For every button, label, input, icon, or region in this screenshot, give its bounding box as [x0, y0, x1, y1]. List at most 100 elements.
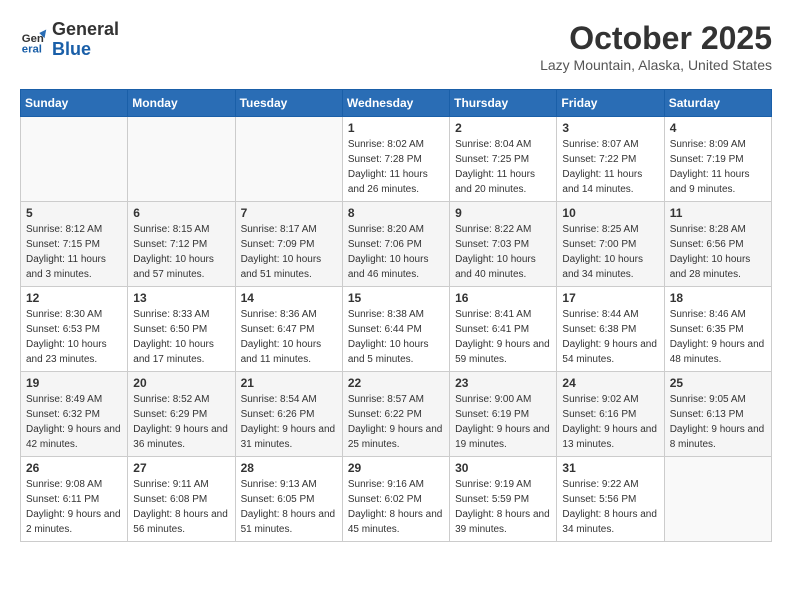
sunset-text: Sunset: 6:11 PM — [26, 494, 99, 505]
sunset-text: Sunset: 7:15 PM — [26, 239, 100, 250]
sunset-text: Sunset: 6:56 PM — [670, 239, 744, 250]
day-number: 8 — [348, 206, 444, 220]
day-number: 20 — [133, 376, 229, 390]
sunset-text: Sunset: 6:19 PM — [455, 409, 529, 420]
daylight-text: Daylight: 11 hours and 20 minutes. — [455, 169, 535, 195]
calendar-cell: 11 Sunrise: 8:28 AM Sunset: 6:56 PM Dayl… — [664, 202, 771, 287]
calendar-cell: 14 Sunrise: 8:36 AM Sunset: 6:47 PM Dayl… — [235, 287, 342, 372]
daylight-text: Daylight: 9 hours and 31 minutes. — [241, 424, 336, 450]
day-info: Sunrise: 8:20 AM Sunset: 7:06 PM Dayligh… — [348, 222, 444, 282]
sunset-text: Sunset: 6:16 PM — [562, 409, 636, 420]
daylight-text: Daylight: 11 hours and 9 minutes. — [670, 169, 750, 195]
sunrise-text: Sunrise: 9:19 AM — [455, 479, 531, 490]
logo: Gen eral General Blue — [20, 20, 119, 60]
sunrise-text: Sunrise: 8:33 AM — [133, 309, 209, 320]
day-info: Sunrise: 8:12 AM Sunset: 7:15 PM Dayligh… — [26, 222, 122, 282]
weekday-header: Thursday — [450, 90, 557, 117]
sunset-text: Sunset: 6:47 PM — [241, 324, 315, 335]
day-number: 24 — [562, 376, 658, 390]
day-number: 19 — [26, 376, 122, 390]
daylight-text: Daylight: 11 hours and 3 minutes. — [26, 254, 106, 280]
logo-line1: General — [52, 20, 119, 40]
sunrise-text: Sunrise: 8:15 AM — [133, 224, 209, 235]
calendar-cell: 15 Sunrise: 8:38 AM Sunset: 6:44 PM Dayl… — [342, 287, 449, 372]
daylight-text: Daylight: 9 hours and 8 minutes. — [670, 424, 765, 450]
day-number: 5 — [26, 206, 122, 220]
day-info: Sunrise: 9:22 AM Sunset: 5:56 PM Dayligh… — [562, 477, 658, 537]
calendar-cell: 20 Sunrise: 8:52 AM Sunset: 6:29 PM Dayl… — [128, 372, 235, 457]
calendar-cell: 2 Sunrise: 8:04 AM Sunset: 7:25 PM Dayli… — [450, 117, 557, 202]
sunrise-text: Sunrise: 8:46 AM — [670, 309, 746, 320]
sunrise-text: Sunrise: 8:57 AM — [348, 394, 424, 405]
day-number: 2 — [455, 121, 551, 135]
day-number: 13 — [133, 291, 229, 305]
sunrise-text: Sunrise: 8:22 AM — [455, 224, 531, 235]
sunrise-text: Sunrise: 9:08 AM — [26, 479, 102, 490]
calendar-cell: 28 Sunrise: 9:13 AM Sunset: 6:05 PM Dayl… — [235, 457, 342, 542]
sunset-text: Sunset: 7:19 PM — [670, 154, 744, 165]
month-title: October 2025 — [540, 20, 772, 57]
sunrise-text: Sunrise: 9:02 AM — [562, 394, 638, 405]
day-number: 12 — [26, 291, 122, 305]
calendar-cell: 4 Sunrise: 8:09 AM Sunset: 7:19 PM Dayli… — [664, 117, 771, 202]
calendar-week-row: 5 Sunrise: 8:12 AM Sunset: 7:15 PM Dayli… — [21, 202, 772, 287]
logo-text: General Blue — [52, 20, 119, 60]
day-info: Sunrise: 8:07 AM Sunset: 7:22 PM Dayligh… — [562, 137, 658, 197]
sunrise-text: Sunrise: 8:25 AM — [562, 224, 638, 235]
daylight-text: Daylight: 10 hours and 23 minutes. — [26, 339, 107, 365]
weekday-header: Sunday — [21, 90, 128, 117]
daylight-text: Daylight: 8 hours and 56 minutes. — [133, 509, 228, 535]
day-info: Sunrise: 8:33 AM Sunset: 6:50 PM Dayligh… — [133, 307, 229, 367]
sunset-text: Sunset: 6:38 PM — [562, 324, 636, 335]
sunset-text: Sunset: 7:28 PM — [348, 154, 422, 165]
calendar-cell: 30 Sunrise: 9:19 AM Sunset: 5:59 PM Dayl… — [450, 457, 557, 542]
day-number: 14 — [241, 291, 337, 305]
day-info: Sunrise: 8:38 AM Sunset: 6:44 PM Dayligh… — [348, 307, 444, 367]
day-info: Sunrise: 8:54 AM Sunset: 6:26 PM Dayligh… — [241, 392, 337, 452]
daylight-text: Daylight: 8 hours and 34 minutes. — [562, 509, 657, 535]
calendar-cell — [664, 457, 771, 542]
sunset-text: Sunset: 7:09 PM — [241, 239, 315, 250]
calendar-cell: 29 Sunrise: 9:16 AM Sunset: 6:02 PM Dayl… — [342, 457, 449, 542]
sunset-text: Sunset: 6:08 PM — [133, 494, 207, 505]
sunset-text: Sunset: 6:50 PM — [133, 324, 207, 335]
calendar-cell: 13 Sunrise: 8:33 AM Sunset: 6:50 PM Dayl… — [128, 287, 235, 372]
sunrise-text: Sunrise: 8:04 AM — [455, 139, 531, 150]
sunset-text: Sunset: 6:29 PM — [133, 409, 207, 420]
day-info: Sunrise: 8:09 AM Sunset: 7:19 PM Dayligh… — [670, 137, 766, 197]
day-number: 10 — [562, 206, 658, 220]
sunrise-text: Sunrise: 8:07 AM — [562, 139, 638, 150]
calendar-cell: 22 Sunrise: 8:57 AM Sunset: 6:22 PM Dayl… — [342, 372, 449, 457]
day-info: Sunrise: 8:17 AM Sunset: 7:09 PM Dayligh… — [241, 222, 337, 282]
calendar-cell: 16 Sunrise: 8:41 AM Sunset: 6:41 PM Dayl… — [450, 287, 557, 372]
calendar-cell: 7 Sunrise: 8:17 AM Sunset: 7:09 PM Dayli… — [235, 202, 342, 287]
daylight-text: Daylight: 9 hours and 48 minutes. — [670, 339, 765, 365]
sunset-text: Sunset: 6:53 PM — [26, 324, 100, 335]
daylight-text: Daylight: 11 hours and 14 minutes. — [562, 169, 642, 195]
calendar-week-row: 1 Sunrise: 8:02 AM Sunset: 7:28 PM Dayli… — [21, 117, 772, 202]
calendar-cell: 24 Sunrise: 9:02 AM Sunset: 6:16 PM Dayl… — [557, 372, 664, 457]
calendar-cell — [21, 117, 128, 202]
sunset-text: Sunset: 6:02 PM — [348, 494, 422, 505]
calendar-cell: 27 Sunrise: 9:11 AM Sunset: 6:08 PM Dayl… — [128, 457, 235, 542]
sunrise-text: Sunrise: 8:36 AM — [241, 309, 317, 320]
calendar-cell: 25 Sunrise: 9:05 AM Sunset: 6:13 PM Dayl… — [664, 372, 771, 457]
daylight-text: Daylight: 9 hours and 36 minutes. — [133, 424, 228, 450]
day-number: 30 — [455, 461, 551, 475]
daylight-text: Daylight: 10 hours and 11 minutes. — [241, 339, 322, 365]
sunrise-text: Sunrise: 8:09 AM — [670, 139, 746, 150]
daylight-text: Daylight: 9 hours and 2 minutes. — [26, 509, 121, 535]
day-number: 28 — [241, 461, 337, 475]
calendar-cell: 3 Sunrise: 8:07 AM Sunset: 7:22 PM Dayli… — [557, 117, 664, 202]
sunrise-text: Sunrise: 8:17 AM — [241, 224, 317, 235]
sunrise-text: Sunrise: 9:00 AM — [455, 394, 531, 405]
sunrise-text: Sunrise: 8:49 AM — [26, 394, 102, 405]
sunset-text: Sunset: 7:25 PM — [455, 154, 529, 165]
weekday-header: Friday — [557, 90, 664, 117]
logo-line2: Blue — [52, 40, 119, 60]
calendar-cell: 19 Sunrise: 8:49 AM Sunset: 6:32 PM Dayl… — [21, 372, 128, 457]
page-header: Gen eral General Blue October 2025 Lazy … — [20, 20, 772, 73]
day-number: 27 — [133, 461, 229, 475]
daylight-text: Daylight: 8 hours and 51 minutes. — [241, 509, 336, 535]
day-info: Sunrise: 8:22 AM Sunset: 7:03 PM Dayligh… — [455, 222, 551, 282]
